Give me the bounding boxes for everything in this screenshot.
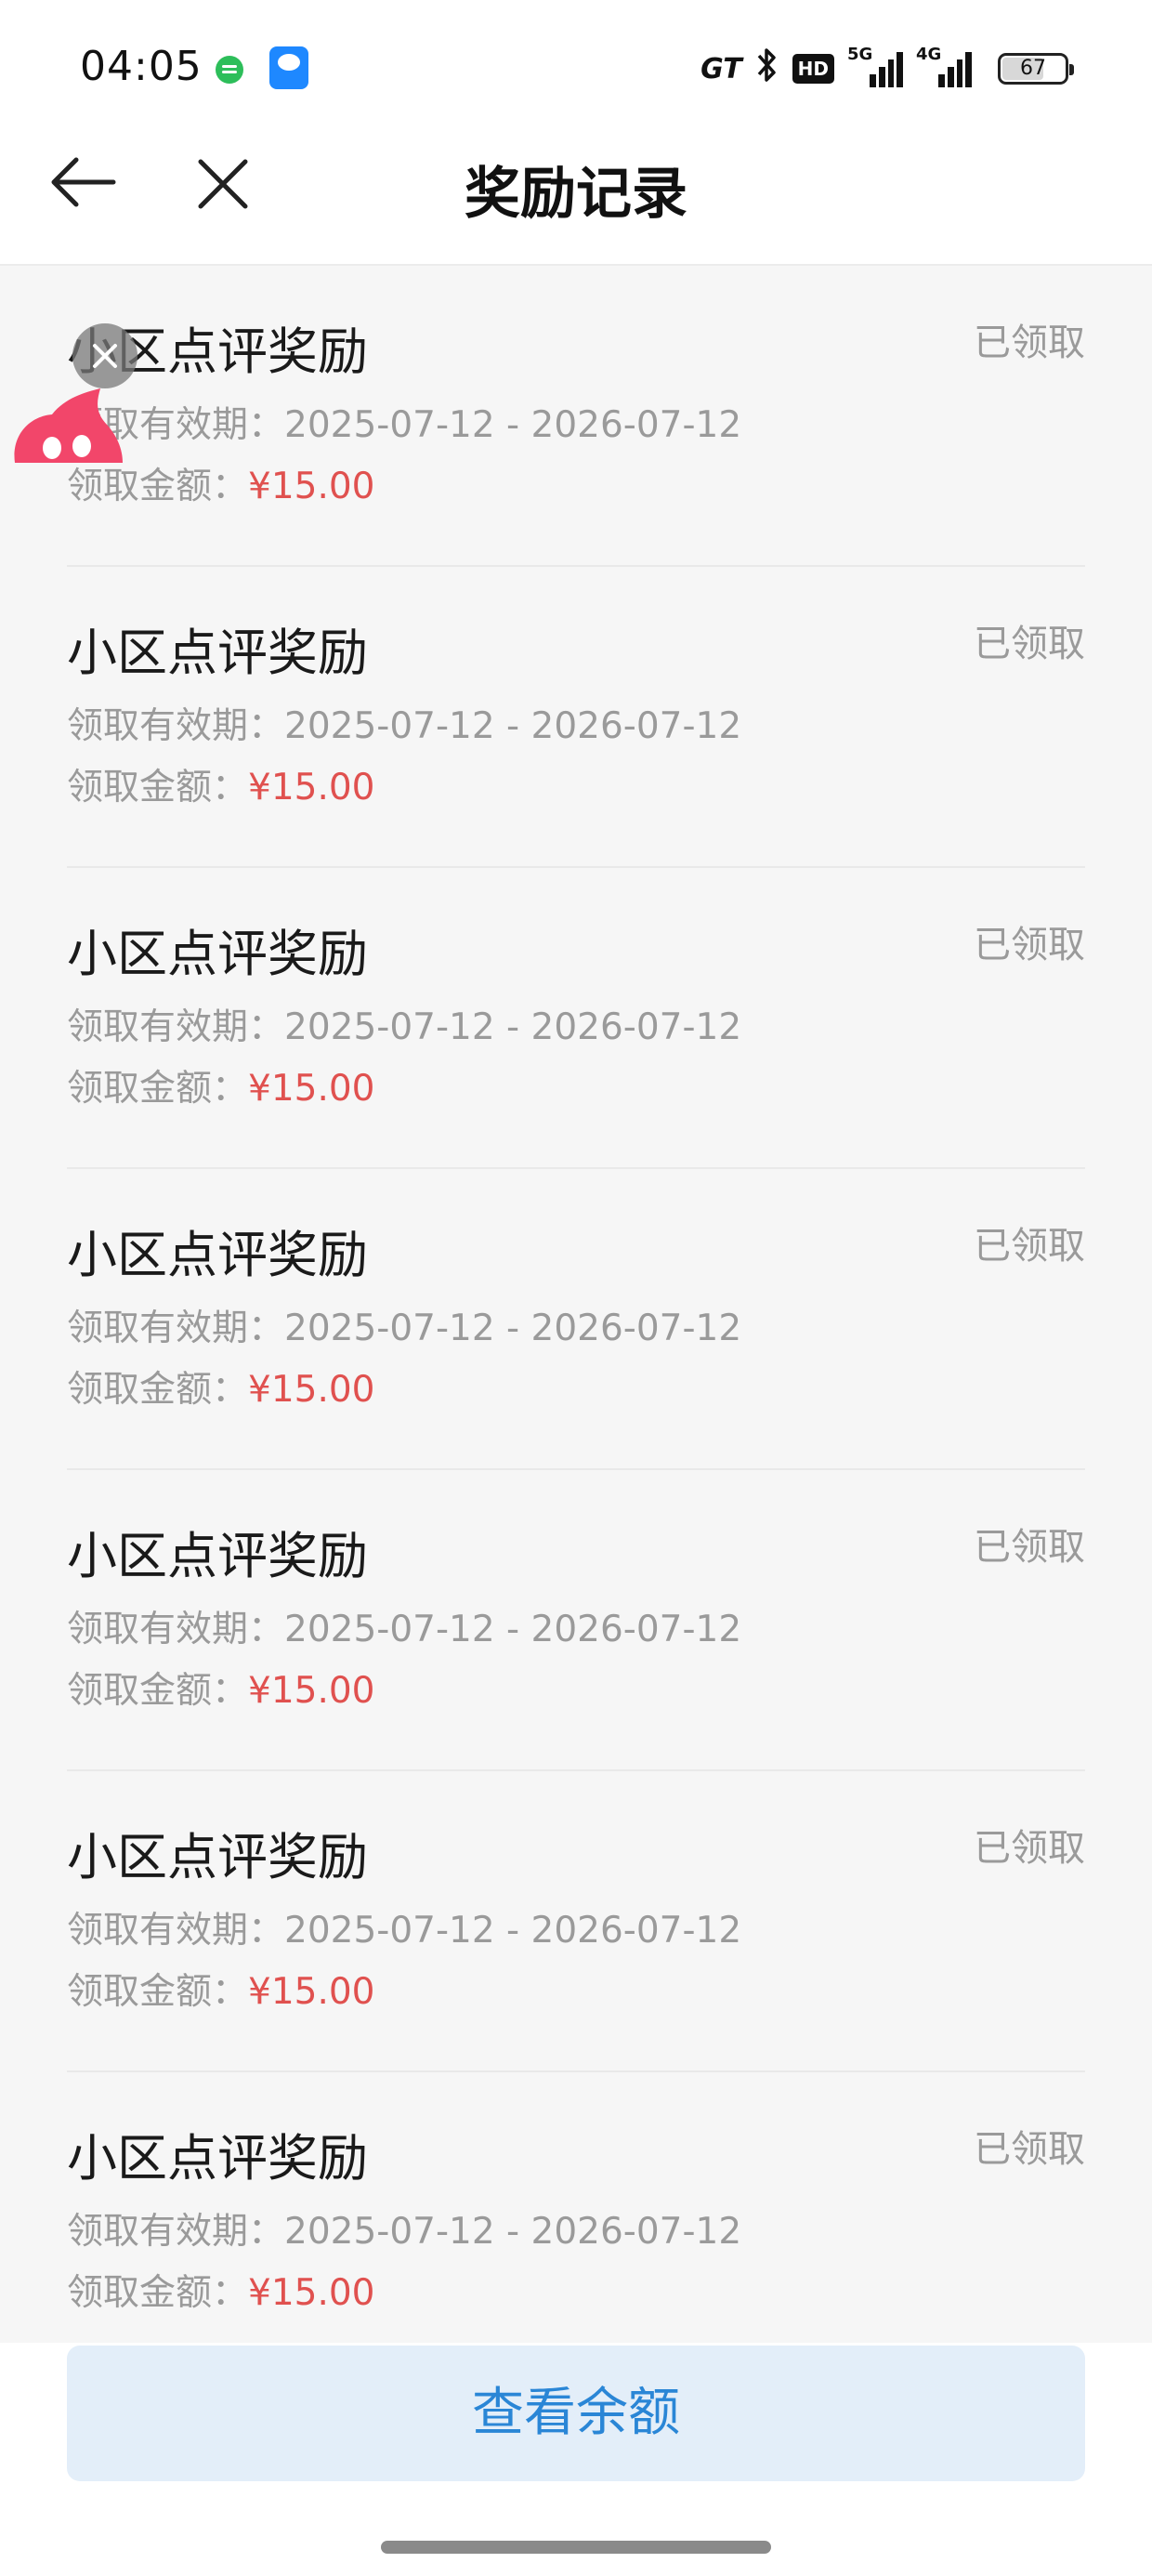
record-validity: 领取有效期：2025-07-12 - 2026-07-12: [67, 998, 741, 1050]
record-title: 小区点评奖励: [67, 925, 368, 983]
validity-value: 2025-07-12 - 2026-07-12: [284, 1006, 742, 1048]
ai-app-icon: [269, 46, 308, 89]
validity-value: 2025-07-12 - 2026-07-12: [284, 705, 742, 747]
message-app-icon: [216, 56, 243, 84]
amount-label: 领取金额：: [67, 767, 249, 808]
reward-record-item[interactable]: 小区点评奖励 已领取 领取有效期：2025-07-12 - 2026-07-12 领取…: [67, 1470, 1085, 1771]
bluetooth-icon: [755, 46, 779, 92]
record-status-badge: 已领取: [974, 1827, 1085, 1870]
record-validity: 领取有效期：2025-07-12 - 2026-07-12: [67, 1901, 741, 1953]
validity-label: 领取有效期：: [67, 705, 285, 747]
reward-record-item[interactable]: 小区点评奖励 已领取 领取有效期：2025-07-12 - 2026-07-12 领取…: [67, 567, 1085, 868]
reward-record-list[interactable]: 小区点评奖励 已领取 领取有效期：2025-07-12 - 2026-07-12 领取…: [0, 266, 1152, 2343]
view-balance-button[interactable]: 查看余额: [67, 2346, 1085, 2481]
validity-label: 领取有效期：: [67, 2211, 285, 2253]
amount-label: 领取金额：: [67, 1670, 249, 1712]
record-title: 小区点评奖励: [67, 2129, 368, 2188]
page-title: 奖励记录: [465, 162, 687, 227]
record-validity: 领取有效期：2025-07-12 - 2026-07-12: [67, 2202, 741, 2254]
signal-icon-secondary: 4G: [916, 45, 972, 87]
record-validity: 领取有效期：2025-07-12 - 2026-07-12: [67, 1299, 741, 1351]
record-amount: 领取金额：¥15.00: [67, 1059, 374, 1111]
validity-value: 2025-07-12 - 2026-07-12: [284, 1910, 742, 1952]
reward-record-item[interactable]: 小区点评奖励 已领取 领取有效期：2025-07-12 - 2026-07-12 领取…: [67, 2072, 1085, 2343]
record-validity: 领取有效期：2025-07-12 - 2026-07-12: [67, 697, 741, 749]
validity-label: 领取有效期：: [67, 1609, 285, 1650]
validity-value: 2025-07-12 - 2026-07-12: [284, 1308, 742, 1349]
record-validity: 领取有效期：2025-07-12 - 2026-07-12: [67, 1600, 741, 1652]
record-status-badge: 已领取: [974, 322, 1085, 364]
status-bar: 04:05 GT HD 5G 4G 67: [0, 0, 1152, 130]
amount-label: 领取金额：: [67, 466, 249, 507]
record-title: 小区点评奖励: [67, 1527, 368, 1585]
record-amount: 领取金额：¥15.00: [67, 1963, 374, 2015]
record-amount: 领取金额：¥15.00: [67, 2264, 374, 2316]
amount-value: ¥15.00: [248, 466, 375, 507]
amount-value: ¥15.00: [248, 2272, 375, 2314]
amount-value: ¥15.00: [248, 1670, 375, 1712]
status-indicators: GT HD 5G 4G 67: [700, 43, 1074, 95]
record-amount: 领取金额：¥15.00: [67, 758, 374, 810]
reward-record-item[interactable]: 小区点评奖励 已领取 领取有效期：2025-07-12 - 2026-07-12 领取…: [67, 1169, 1085, 1470]
record-status-badge: 已领取: [974, 1225, 1085, 1268]
record-title: 小区点评奖励: [67, 624, 368, 682]
reward-record-item[interactable]: 小区点评奖励 已领取 领取有效期：2025-07-12 - 2026-07-12 领取…: [67, 266, 1085, 567]
amount-label: 领取金额：: [67, 1971, 249, 2013]
validity-value: 2025-07-12 - 2026-07-12: [284, 1609, 742, 1650]
validity-value: 2025-07-12 - 2026-07-12: [284, 404, 742, 446]
validity-label: 领取有效期：: [67, 1006, 285, 1048]
signal-icon: 5G: [847, 45, 903, 87]
amount-value: ¥15.00: [248, 1068, 375, 1110]
amount-label: 领取金额：: [67, 1068, 249, 1110]
record-validity: 领取有效期：2025-07-12 - 2026-07-12: [67, 396, 741, 448]
signal-label-4g: 4G: [916, 45, 942, 64]
record-status-badge: 已领取: [974, 623, 1085, 665]
reward-record-item[interactable]: 小区点评奖励 已领取 领取有效期：2025-07-12 - 2026-07-12 领取…: [67, 868, 1085, 1169]
record-status-badge: 已领取: [974, 924, 1085, 966]
amount-value: ¥15.00: [248, 767, 375, 808]
status-time: 04:05: [80, 43, 203, 90]
record-amount: 领取金额：¥15.00: [67, 1360, 374, 1413]
record-title: 小区点评奖励: [67, 1828, 368, 1886]
amount-value: ¥15.00: [248, 1971, 375, 2013]
record-amount: 领取金额：¥15.00: [67, 457, 374, 509]
battery-level: 67: [1020, 57, 1046, 80]
validity-label: 领取有效期：: [67, 1910, 285, 1952]
validity-label: 领取有效期：: [67, 1308, 285, 1349]
record-amount: 领取金额：¥15.00: [67, 1662, 374, 1714]
signal-label-5g: 5G: [847, 45, 873, 64]
amount-value: ¥15.00: [248, 1369, 375, 1411]
hd-icon: HD: [792, 54, 834, 84]
mascot-float-icon[interactable]: [11, 388, 126, 463]
record-status-badge: 已领取: [974, 1526, 1085, 1569]
carrier-mark: GT: [700, 52, 742, 85]
record-title: 小区点评奖励: [67, 1226, 368, 1284]
record-status-badge: 已领取: [974, 2128, 1085, 2171]
amount-label: 领取金额：: [67, 1369, 249, 1411]
float-close-icon[interactable]: [72, 323, 137, 388]
validity-value: 2025-07-12 - 2026-07-12: [284, 2211, 742, 2253]
amount-label: 领取金额：: [67, 2272, 249, 2314]
reward-record-item[interactable]: 小区点评奖励 已领取 领取有效期：2025-07-12 - 2026-07-12 领取…: [67, 1771, 1085, 2072]
battery-icon: 67: [998, 53, 1074, 85]
home-indicator[interactable]: [381, 2541, 771, 2554]
